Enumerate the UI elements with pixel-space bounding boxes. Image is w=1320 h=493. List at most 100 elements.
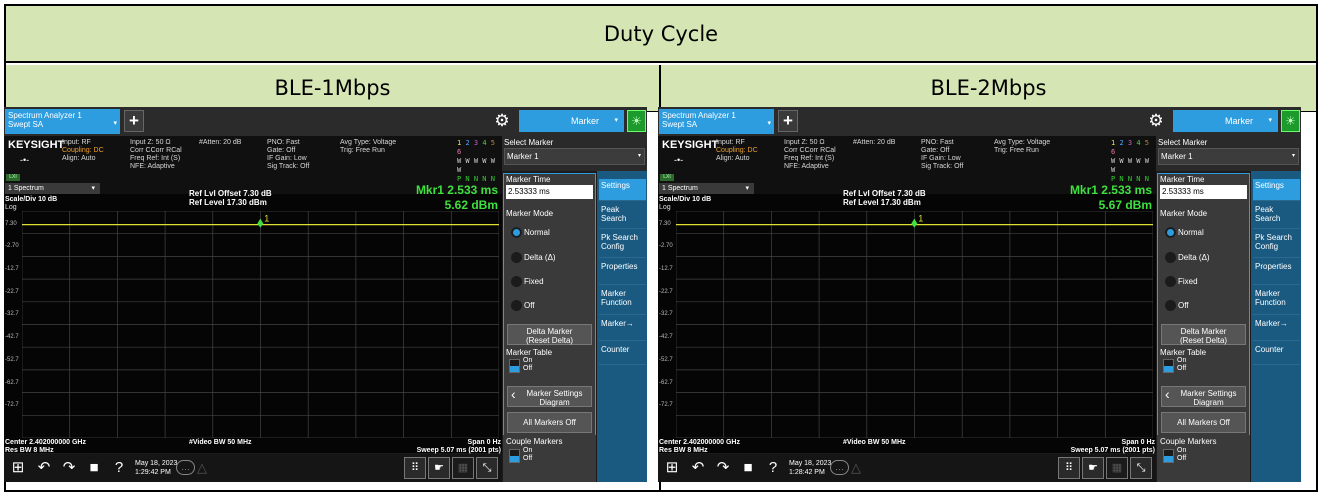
softkey-peak-search[interactable]: Peak Search — [1253, 203, 1300, 229]
analyzer-screenshot-2mbps: Spectrum Analyzer 1 Swept SA ▾ + ⚙ Marke… — [658, 107, 1301, 482]
select-marker-label: Select Marker — [504, 138, 554, 147]
chat-icon[interactable]: … — [176, 460, 195, 475]
lxi-badge: LXI — [660, 174, 674, 181]
spectrum-window-select[interactable]: 1 Spectrum ▾ — [5, 183, 100, 194]
windows-start-icon[interactable]: ⊞ — [8, 458, 28, 478]
marker-mode-label: Marker Mode — [1160, 209, 1208, 218]
spectrum-window-select[interactable]: 1 Spectrum ▾ — [659, 183, 754, 194]
couple-markers-toggle[interactable]: On Off — [507, 447, 592, 466]
marker-table-toggle[interactable]: On Off — [507, 357, 592, 376]
softkey-peak-search[interactable]: Peak Search — [599, 203, 646, 229]
marker-label: 1 — [264, 214, 269, 224]
touch-icon[interactable]: ☛ — [1082, 457, 1104, 479]
add-screen-button[interactable]: + — [778, 110, 798, 132]
y-tick-label: -42.7 — [5, 334, 19, 341]
gear-icon[interactable]: ⚙ — [492, 111, 512, 131]
add-screen-button[interactable]: + — [124, 110, 144, 132]
folder-icon[interactable]: ■ — [738, 458, 758, 478]
sig-track: Sig Track: Off — [921, 163, 964, 170]
touch-icon[interactable]: ☛ — [428, 457, 450, 479]
marker-time-input[interactable]: 2.53333 ms — [506, 185, 593, 199]
all-markers-off-button[interactable]: All Markers Off — [507, 412, 592, 433]
sweep-time: Sweep 5.07 ms (2001 pts) — [1070, 447, 1155, 454]
mode-off-radio[interactable]: Off — [1163, 297, 1245, 314]
mode-fixed-radio[interactable]: Fixed — [509, 273, 591, 290]
couple-markers-toggle[interactable]: On Off — [1161, 447, 1246, 466]
attenuation: #Atten: 20 dB — [853, 139, 896, 146]
windows-start-icon[interactable]: ⊞ — [662, 458, 682, 478]
marker-table-toggle[interactable]: On Off — [1161, 357, 1246, 376]
all-markers-off-button[interactable]: All Markers Off — [1161, 412, 1246, 433]
undo-icon[interactable]: ↶ — [34, 458, 54, 478]
redo-icon[interactable]: ↷ — [59, 458, 79, 478]
marker-time-input[interactable]: 2.53333 ms — [1160, 185, 1247, 199]
mode-delta-radio[interactable]: Delta (Δ) — [509, 249, 591, 266]
marker-time-label: Marker Time — [506, 175, 551, 184]
marker-readout-level: 5.62 dBm — [444, 198, 498, 212]
y-tick-label: -52.7 — [5, 356, 19, 363]
analyzer-tab[interactable]: Spectrum Analyzer 1 Swept SA ▾ — [659, 109, 774, 134]
analyzer-tab[interactable]: Spectrum Analyzer 1 Swept SA ▾ — [5, 109, 120, 134]
delta-marker-button[interactable]: Delta Marker (Reset Delta) — [507, 324, 592, 345]
chevron-left-icon: ‹ — [1165, 386, 1170, 402]
mode-normal-radio[interactable]: Normal — [1163, 224, 1245, 241]
softkey-pk-search-config[interactable]: Pk Search Config — [599, 231, 646, 258]
undo-icon[interactable]: ↶ — [688, 458, 708, 478]
sun-icon[interactable]: ☀ — [627, 110, 646, 132]
softkey-counter[interactable]: Counter — [599, 343, 646, 365]
softkey-properties[interactable]: Properties — [1253, 260, 1300, 285]
chat-icon[interactable]: … — [830, 460, 849, 475]
mode-normal-radio[interactable]: Normal — [509, 224, 591, 241]
toggle-off-label: Off — [1177, 365, 1187, 372]
trace-graticule: 1 — [22, 211, 499, 438]
tab-line-1: Spectrum Analyzer 1 — [662, 111, 736, 120]
align: Align: Auto — [716, 155, 750, 162]
mode-delta-radio[interactable]: Delta (Δ) — [1163, 249, 1245, 266]
select-marker-value: Marker 1 — [507, 152, 539, 161]
taskbar: ⊞ ↶ ↷ ■ ? May 18, 2023 1:29:42 PM … △ ⠿ … — [4, 454, 502, 482]
help-icon[interactable]: ? — [109, 458, 129, 478]
marker-menu-dropdown[interactable]: Marker ▾ — [519, 110, 624, 132]
fullscreen-icon[interactable]: ⤡ — [476, 457, 498, 479]
softkey-properties[interactable]: Properties — [599, 260, 646, 285]
window-icon[interactable]: ▦ — [1106, 457, 1128, 479]
softkey-counter[interactable]: Counter — [1253, 343, 1300, 365]
delta-marker-line-2: (Reset Delta) — [1179, 336, 1228, 345]
mode-fixed-radio[interactable]: Fixed — [1163, 273, 1245, 290]
select-marker-dropdown[interactable]: Marker 1 ▾ — [1158, 148, 1299, 165]
toggle-on-label: On — [523, 447, 533, 454]
keypad-icon[interactable]: ⠿ — [404, 457, 426, 479]
y-tick-label: 7.30 — [5, 220, 17, 227]
softkey-pk-search-config[interactable]: Pk Search Config — [1253, 231, 1300, 258]
marker-settings-diagram-button[interactable]: ‹ Marker Settings Diagram — [507, 386, 592, 407]
tab-line-1: Spectrum Analyzer 1 — [8, 111, 82, 120]
marker-settings-line-2: Diagram — [539, 398, 570, 407]
fullscreen-icon[interactable]: ⤡ — [1130, 457, 1152, 479]
warning-icon: △ — [197, 460, 207, 475]
softkey-settings[interactable]: Settings — [1253, 179, 1300, 201]
marker-menu-dropdown[interactable]: Marker ▾ — [1173, 110, 1278, 132]
select-marker-dropdown[interactable]: Marker 1 ▾ — [504, 148, 645, 165]
marker-settings-diagram-button[interactable]: ‹ Marker Settings Diagram — [1161, 386, 1246, 407]
chevron-down-icon: ▾ — [1268, 117, 1272, 124]
gear-icon[interactable]: ⚙ — [1146, 111, 1166, 131]
keypad-icon[interactable]: ⠿ — [1058, 457, 1080, 479]
mode-fixed-label: Fixed — [524, 277, 544, 286]
y-tick-label: -62.7 — [5, 379, 19, 386]
radio-icon — [1165, 276, 1176, 287]
softkey-marker[interactable]: Marker→ — [599, 317, 646, 341]
softkey-marker[interactable]: Marker→ — [1253, 317, 1300, 341]
delta-marker-button[interactable]: Delta Marker (Reset Delta) — [1161, 324, 1246, 345]
marker-time-label: Marker Time — [1160, 175, 1205, 184]
redo-icon[interactable]: ↷ — [713, 458, 733, 478]
sun-icon[interactable]: ☀ — [1281, 110, 1300, 132]
softkey-marker-function[interactable]: Marker Function — [599, 287, 646, 315]
window-icon[interactable]: ▦ — [452, 457, 474, 479]
softkey-marker-function[interactable]: Marker Function — [1253, 287, 1300, 315]
folder-icon[interactable]: ■ — [84, 458, 104, 478]
toggle-on-label: On — [1177, 447, 1187, 454]
help-icon[interactable]: ? — [763, 458, 783, 478]
softkey-settings[interactable]: Settings — [599, 179, 646, 201]
status-bar: KEYSIGHT Input: RF Coupling: DC Align: A… — [658, 136, 1156, 192]
mode-off-radio[interactable]: Off — [509, 297, 591, 314]
